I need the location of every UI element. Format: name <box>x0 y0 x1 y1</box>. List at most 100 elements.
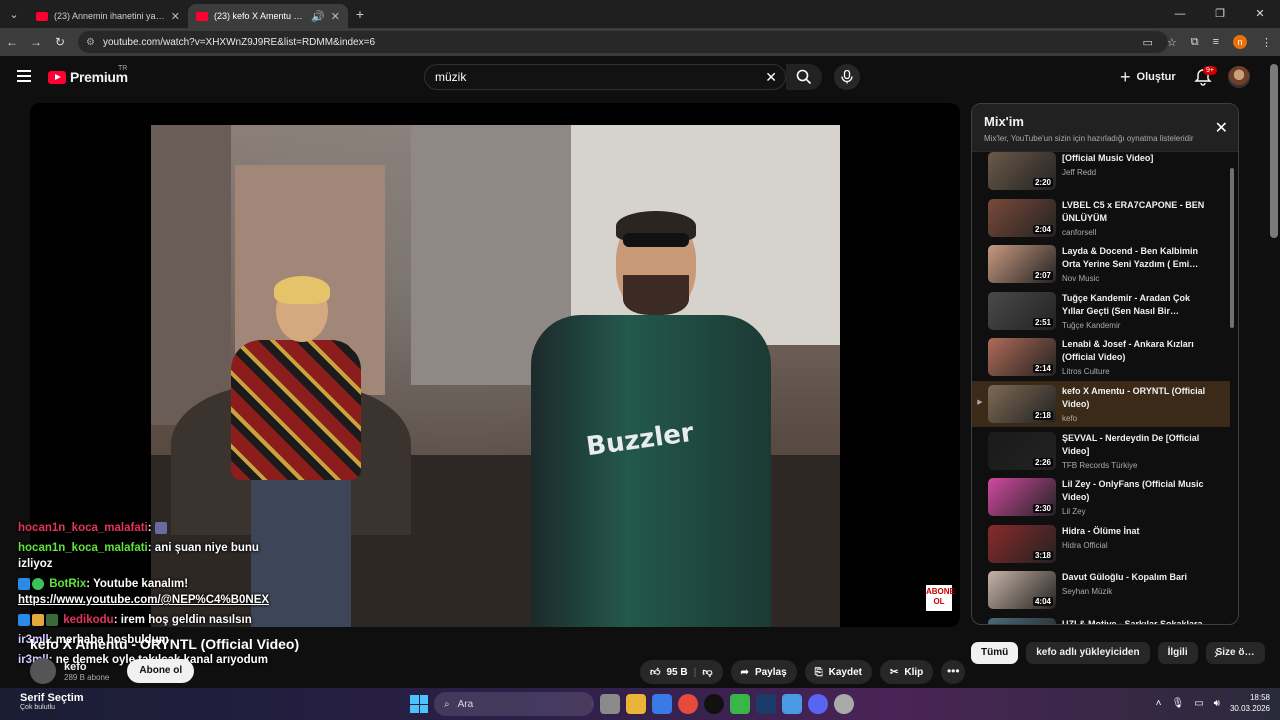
close-tab-icon[interactable]: ✕ <box>171 10 180 23</box>
item-title: Tuğçe Kandemir - Aradan Çok Yıllar Geçti… <box>1062 292 1191 316</box>
window-controls: — ❐ ✕ <box>1160 0 1280 28</box>
playlist-item[interactable]: 2:26 ŞEVVAL - Nerdeydin De [Official Vide… <box>972 428 1230 474</box>
clip-button[interactable]: ✂ Klip <box>880 660 934 684</box>
save-button[interactable]: ⎘ Kaydet <box>804 660 872 684</box>
forward-icon[interactable]: → <box>24 35 48 49</box>
youtube-logo[interactable]: Premium TR <box>48 65 128 85</box>
drag-handle-icon <box>972 474 988 491</box>
back-icon[interactable]: ← <box>0 35 24 49</box>
settings-gear-icon[interactable] <box>834 694 854 714</box>
clear-search-icon[interactable]: ✕ <box>765 69 777 86</box>
close-tab-icon[interactable]: ✕ <box>331 10 340 23</box>
weather-widget[interactable]: Serif Seçtim Çok bulutlu <box>20 692 84 711</box>
search-icon <box>796 69 812 85</box>
like-button[interactable]: 👍︎ 95 B | 👎︎ <box>640 660 723 684</box>
drag-handle-icon <box>972 195 988 212</box>
video-thumbnail: 2:26 <box>988 431 1056 470</box>
store-icon[interactable] <box>652 694 672 714</box>
playlist-item[interactable]: 2:04 LVBEL C5 x ERA7CAPONE - BEN ÜNLÜYÜM c… <box>972 195 1230 241</box>
chat-link[interactable]: https://www.youtube.com/@NEP%C4%B0NEX <box>18 594 269 606</box>
plus-icon: + <box>1120 66 1131 87</box>
bookmark-star-icon[interactable]: ☆ <box>1167 36 1177 49</box>
notification-badge: 9+ <box>1203 66 1217 75</box>
close-icon[interactable]: ✕ <box>1215 118 1228 138</box>
playlist-item[interactable]: 3:18 Hidra - Ölüme İnat Hidra Official <box>972 521 1230 567</box>
playlist-item[interactable]: ▶ 2:18 kefo X Amentu - ORYNTL (Official Vi… <box>972 381 1230 427</box>
xbox-icon[interactable] <box>730 694 750 714</box>
new-tab-button[interactable]: + <box>348 6 372 22</box>
youtube-favicon-icon <box>36 11 48 21</box>
subscribe-watermark[interactable]: ABONE OL <box>926 585 955 611</box>
steam-icon[interactable] <box>756 694 776 714</box>
mix-list: 2:20 [Official Music Video] Jeff Redd 2:04 L… <box>972 152 1230 624</box>
chat-username: kedikodu <box>63 614 114 626</box>
playlist-item[interactable]: 2:07 Layda & Docend - Ben Kalbimin Orta Y… <box>972 241 1230 287</box>
page-scrollbar[interactable] <box>1270 64 1278 238</box>
maximize-button[interactable]: ❐ <box>1200 0 1240 28</box>
drag-handle-icon <box>972 241 988 258</box>
speaker-icon[interactable]: 🔊 <box>311 10 325 23</box>
create-button[interactable]: + Oluştur <box>1120 66 1176 88</box>
menu-kebab-icon[interactable]: ⋮ <box>1261 36 1272 49</box>
duration: 2:20 <box>1032 178 1053 187</box>
playlist-item[interactable]: 2:20 [Official Music Video] Jeff Redd <box>972 152 1230 194</box>
tab-title: (23) kefo X Amentu - ORYNTL <box>214 11 305 21</box>
tab-title: (23) Annemin ihanetini yakaladı <box>54 11 165 21</box>
item-channel: canforsell <box>1062 227 1097 237</box>
channel-name[interactable]: kefo <box>64 661 109 673</box>
account-avatar[interactable] <box>1228 66 1250 88</box>
item-channel: Nov Music <box>1062 274 1100 284</box>
cast-icon[interactable]: ▭ <box>1142 36 1152 49</box>
tab-search-button[interactable]: ⌄ <box>0 0 28 28</box>
share-button[interactable]: ➦ Paylaş <box>730 660 797 684</box>
playlist-item[interactable]: 2:14 Lenabi & Josef - Ankara Kızları (Off… <box>972 334 1230 380</box>
channel-row: kefo 289 B abone Abone ol <box>30 658 195 684</box>
browser-tab[interactable]: (23) Annemin ihanetini yakaladı ✕ <box>28 4 188 28</box>
search-input[interactable]: müzik ✕ <box>424 64 786 90</box>
chevron-right-icon[interactable]: › <box>1214 642 1219 664</box>
playlist-item[interactable]: 4:04 Davut Güloğlu - Kopalım Bari Seyhan M… <box>972 567 1230 613</box>
network-icon[interactable]: ▭ <box>1194 698 1203 709</box>
reload-icon[interactable]: ↻ <box>48 35 72 49</box>
playlist-item[interactable]: 3:01 UZI & Motive - Şarkılar Sokaklara Ai… <box>972 614 1230 624</box>
search-button[interactable] <box>786 64 822 90</box>
close-window-button[interactable]: ✕ <box>1240 0 1280 28</box>
microphone-icon[interactable]: 🎙︎ <box>1171 698 1184 709</box>
chip-all[interactable]: Tümü <box>971 642 1019 664</box>
windows-start-icon[interactable] <box>410 695 428 713</box>
task-view-icon[interactable] <box>600 694 620 714</box>
volume-icon[interactable]: 🔊︎ <box>1214 698 1220 709</box>
clock[interactable]: 18:58 30.03.2026 <box>1230 692 1270 714</box>
taskbar-search[interactable]: ⌕ Ara <box>434 692 594 716</box>
browser-toolbar: ← → ↻ ⚙ youtube.com/watch?v=XHXWnZ9J9RE&… <box>0 28 1280 56</box>
photos-icon[interactable] <box>782 694 802 714</box>
more-actions-button[interactable]: ••• <box>941 660 966 684</box>
mix-scrollbar[interactable] <box>1230 168 1234 328</box>
item-title: Layda & Docend - Ben Kalbimin Orta Yerin… <box>1062 246 1199 270</box>
thumbs-down-icon[interactable]: 👎︎ <box>702 666 712 678</box>
badge-icon <box>18 577 30 590</box>
voice-search-button[interactable] <box>834 64 860 90</box>
app-icon[interactable] <box>704 694 724 714</box>
chrome-icon[interactable] <box>678 694 698 714</box>
minimize-button[interactable]: — <box>1160 0 1200 28</box>
reading-list-icon[interactable]: ≡ <box>1213 36 1219 48</box>
profile-avatar[interactable]: n <box>1233 35 1247 49</box>
extensions-icon[interactable]: ⧉ <box>1191 36 1199 49</box>
file-explorer-icon[interactable] <box>626 694 646 714</box>
chip-related[interactable]: İlgili <box>1157 642 1198 664</box>
chip-from-uploader[interactable]: kefo adlı yükleyiciden <box>1026 642 1150 664</box>
item-meta: Tuğçe Kandemir - Aradan Çok Yıllar Geçti… <box>1056 288 1206 330</box>
browser-tab-active[interactable]: (23) kefo X Amentu - ORYNTL 🔊 ✕ <box>188 4 348 28</box>
subscribe-button[interactable]: Abone ol <box>127 659 195 683</box>
playlist-item[interactable]: 2:51 Tuğçe Kandemir - Aradan Çok Yıllar G… <box>972 288 1230 334</box>
item-channel: TFB Records Türkiye <box>1062 460 1138 470</box>
address-bar[interactable]: ⚙ youtube.com/watch?v=XHXWnZ9J9RE&list=R… <box>78 31 1168 53</box>
playlist-item[interactable]: 2:30 Lil Zey - OnlyFans (Official Music V… <box>972 474 1230 520</box>
chevron-up-icon[interactable]: ˄ <box>1156 698 1162 709</box>
site-info-icon[interactable]: ⚙ <box>86 37 95 48</box>
item-meta: Lenabi & Josef - Ankara Kızları (Officia… <box>1056 334 1206 376</box>
discord-icon[interactable] <box>808 694 828 714</box>
hamburger-menu-icon[interactable] <box>17 70 31 82</box>
channel-avatar[interactable] <box>30 658 56 684</box>
